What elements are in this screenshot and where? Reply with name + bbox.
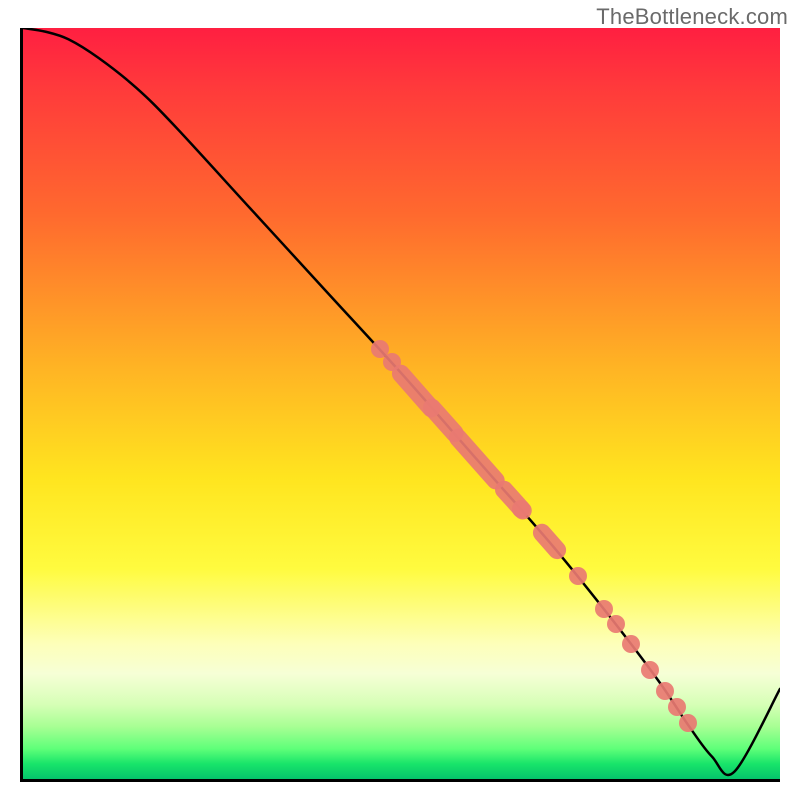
watermark-text: TheBottleneck.com [596, 4, 788, 30]
data-marker-dot [656, 682, 674, 700]
data-marker-dot [569, 567, 587, 585]
plot-area [20, 28, 780, 782]
data-marker-dot [622, 635, 640, 653]
data-marker-dot [607, 615, 625, 633]
data-marker-dot [641, 661, 659, 679]
bottleneck-curve [23, 28, 780, 779]
data-marker-dot [512, 500, 530, 518]
data-marker-dot [668, 698, 686, 716]
